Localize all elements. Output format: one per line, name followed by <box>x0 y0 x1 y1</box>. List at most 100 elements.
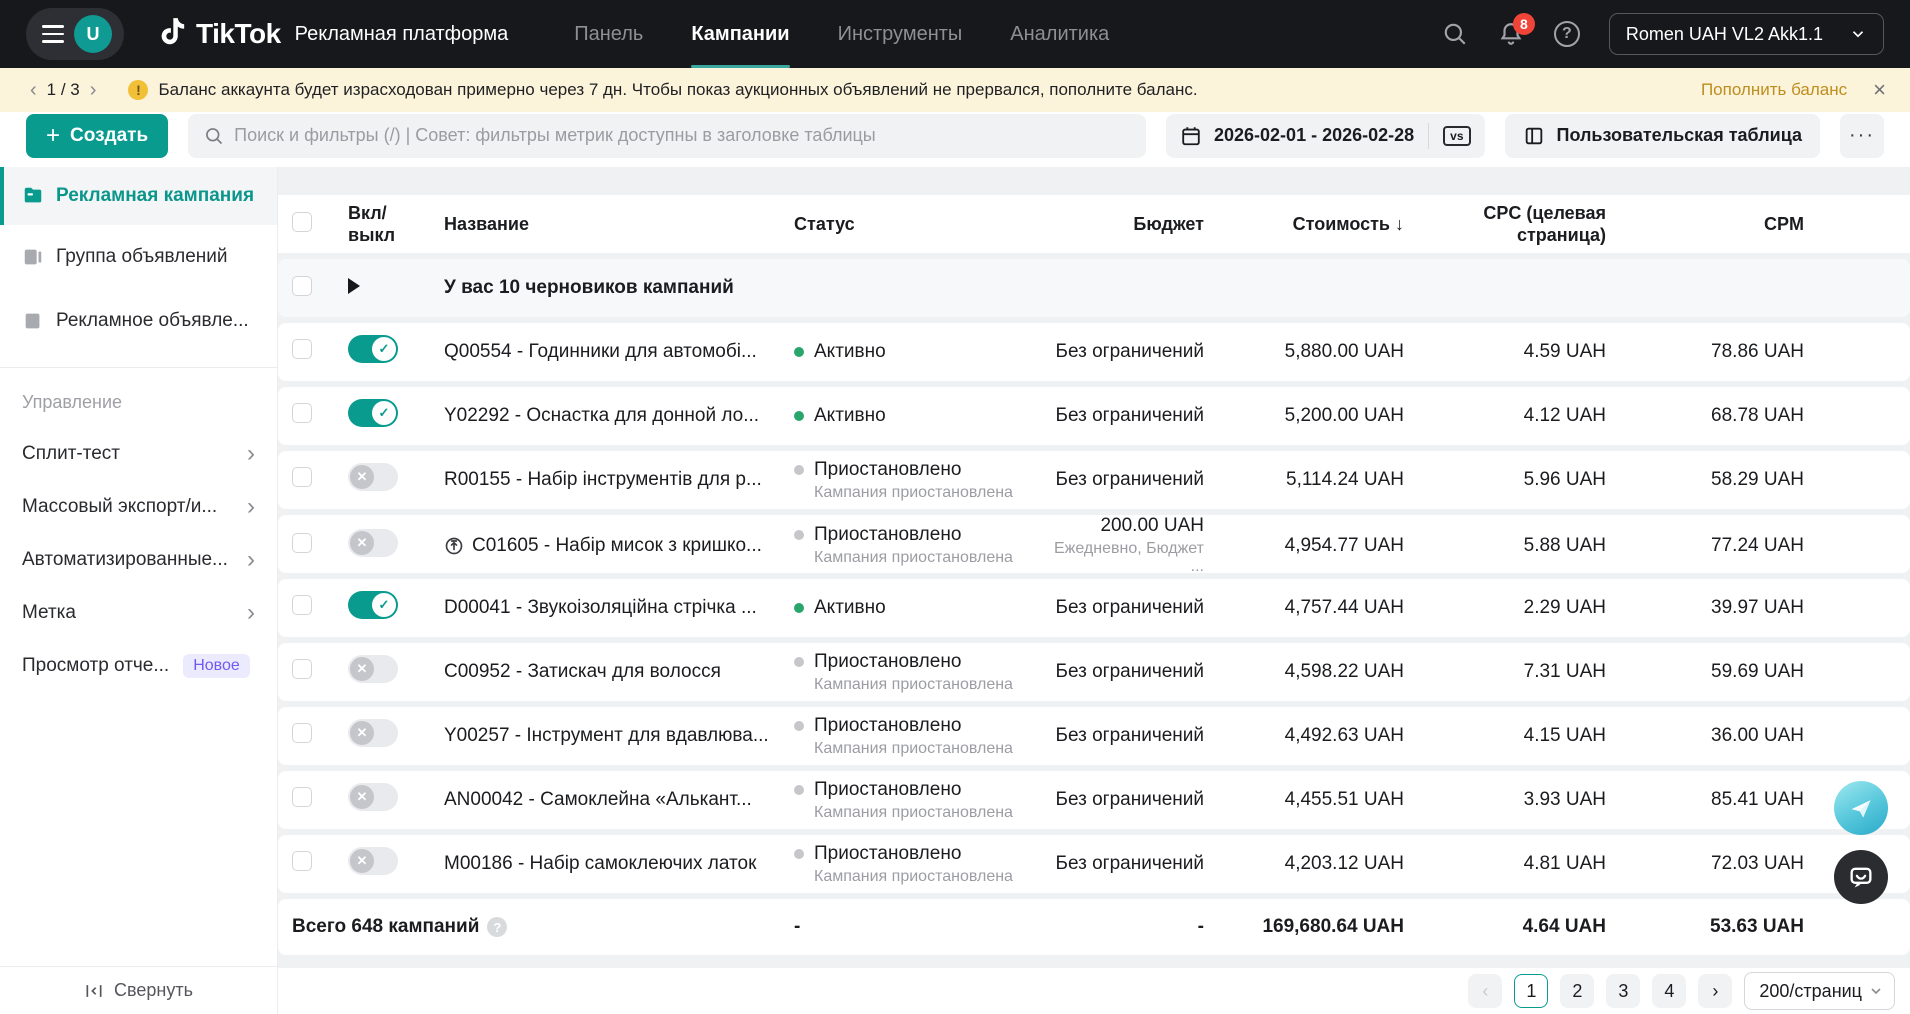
status-dot <box>794 656 804 667</box>
page-button-3[interactable]: 3 <box>1606 974 1641 1008</box>
table-row[interactable]: ✓✕ Q00554 - Годинники для автомобі... Ак… <box>278 323 1910 381</box>
cpc-value: 3.93 UAH <box>1523 789 1606 810</box>
row-checkbox[interactable] <box>292 595 312 615</box>
page-button-1[interactable]: 1 <box>1514 974 1549 1008</box>
sidebar-item-split-test[interactable]: Сплит-тест › <box>0 427 277 480</box>
table-row[interactable]: ✓✕ M00186 - Набір самоклеючих латок Прио… <box>278 835 1910 893</box>
sidebar-collapse-button[interactable]: Свернуть <box>0 966 277 1014</box>
campaign-toggle[interactable]: ✓✕ <box>348 655 398 683</box>
table-row[interactable]: ✓✕ D00041 - Звукоізоляційна стрічка ... … <box>278 579 1910 637</box>
avatar[interactable]: U <box>74 15 112 53</box>
select-all-checkbox[interactable] <box>292 211 312 232</box>
campaign-toggle[interactable]: ✓✕ <box>348 719 398 747</box>
row-checkbox[interactable] <box>292 403 312 423</box>
totals-cpc: 4.64 UAH <box>1522 916 1606 937</box>
search-input[interactable] <box>234 125 1130 146</box>
campaign-toggle[interactable]: ✓✕ <box>348 847 398 875</box>
row-checkbox[interactable] <box>292 723 312 743</box>
more-options-button[interactable]: ··· <box>1840 113 1884 158</box>
row-checkbox[interactable] <box>292 339 312 359</box>
search-icon[interactable] <box>1441 20 1469 48</box>
nav-campaigns[interactable]: Кампании <box>691 0 790 68</box>
campaign-toggle[interactable]: ✓✕ <box>348 463 398 491</box>
col-name[interactable]: Название <box>444 213 794 236</box>
table-row[interactable]: ✓✕ C01605 - Набір мисок з кришко... Прио… <box>278 515 1910 575</box>
nav-tools[interactable]: Инструменты <box>838 0 963 68</box>
search-filter-bar[interactable] <box>188 113 1146 158</box>
expand-arrow-icon[interactable] <box>348 277 360 294</box>
create-campaign-button[interactable]: + Создать <box>26 113 169 158</box>
notification-count-badge: 8 <box>1512 13 1535 35</box>
support-chat-fab-button[interactable] <box>1834 850 1888 904</box>
sidebar-item-label[interactable]: Метка › <box>0 586 277 639</box>
page-button-4[interactable]: 4 <box>1652 974 1687 1008</box>
campaign-name[interactable]: Y00257 - Інструмент для вдавлюва... <box>444 725 769 747</box>
promote-fab-button[interactable] <box>1834 781 1888 835</box>
balance-warning-banner: ‹ 1 / 3 › ! Баланс аккаунта будет израсх… <box>0 68 1910 112</box>
col-cpm[interactable]: CPM <box>1606 213 1804 236</box>
col-status[interactable]: Статус <box>794 213 1044 236</box>
cpc-value: 2.29 UAH <box>1523 597 1606 618</box>
drafts-row[interactable]: У вас 10 черновиков кампаний <box>278 259 1910 317</box>
row-checkbox[interactable] <box>292 467 312 487</box>
help-icon[interactable]: ? <box>1553 20 1581 48</box>
row-checkbox[interactable] <box>292 532 312 553</box>
banner-prev-icon[interactable]: ‹ <box>24 79 43 102</box>
sidebar-item-report-view[interactable]: Просмотр отче... Новое <box>0 639 277 692</box>
sidebar-item-ad[interactable]: Рекламное объявле... <box>0 289 277 353</box>
totals-help-icon[interactable]: ? <box>487 917 508 937</box>
page-next-button[interactable]: › <box>1698 974 1733 1008</box>
campaign-name[interactable]: M00186 - Набір самоклеючих латок <box>444 853 756 875</box>
cpc-value: 4.59 UAH <box>1523 341 1606 362</box>
banner-next-icon[interactable]: › <box>84 79 103 102</box>
page-button-2[interactable]: 2 <box>1560 974 1595 1008</box>
page-prev-button[interactable]: ‹ <box>1468 974 1503 1008</box>
compare-vs-icon[interactable]: vs <box>1443 125 1471 146</box>
campaign-name[interactable]: AN00042 - Самоклейна «Алькант... <box>444 789 752 811</box>
campaign-name[interactable]: C00952 - Затискач для волосся <box>444 661 721 683</box>
campaign-toggle[interactable]: ✓✕ <box>348 528 398 557</box>
campaign-toggle[interactable]: ✓✕ <box>348 591 398 619</box>
col-budget[interactable]: Бюджет <box>1044 213 1204 236</box>
campaign-name[interactable]: Q00554 - Годинники для автомобі... <box>444 341 757 363</box>
table-row[interactable]: ✓✕ C00952 - Затискач для волосся Приоста… <box>278 643 1910 701</box>
sidebar-item-adgroup[interactable]: Группа объявлений <box>0 225 277 289</box>
campaign-name[interactable]: Y02292 - Оснастка для донной ло... <box>444 405 759 427</box>
campaign-name[interactable]: D00041 - Звукоізоляційна стрічка ... <box>444 597 757 619</box>
col-cpc[interactable]: CPC (целевая страница) <box>1404 202 1606 247</box>
main-menu-button[interactable]: U <box>26 8 124 60</box>
table-row[interactable]: ✓✕ R00155 - Набір інструментів для р... … <box>278 451 1910 509</box>
nav-analytics[interactable]: Аналитика <box>1010 0 1109 68</box>
sidebar-item-campaign[interactable]: Рекламная кампания <box>0 167 277 225</box>
drafts-checkbox[interactable] <box>292 275 312 296</box>
campaign-toggle[interactable]: ✓✕ <box>348 335 398 363</box>
table-row[interactable]: ✓✕ AN00042 - Самоклейна «Алькант... Прио… <box>278 771 1910 829</box>
col-cost-sort[interactable]: Стоимость ↓ <box>1204 213 1404 236</box>
sidebar-item-automated-rules[interactable]: Автоматизированные... › <box>0 533 277 586</box>
notifications-bell-icon[interactable]: 8 <box>1497 13 1535 48</box>
top-up-balance-link[interactable]: Пополнить баланс <box>1701 80 1847 100</box>
totals-budget: - <box>1197 916 1204 937</box>
row-checkbox[interactable] <box>292 787 312 807</box>
campaign-name[interactable]: R00155 - Набір інструментів для р... <box>444 469 762 491</box>
brand-logo[interactable]: TikTok Рекламная платформа <box>158 17 508 51</box>
nav-dashboard[interactable]: Панель <box>574 0 643 68</box>
table-row[interactable]: ✓✕ Y00257 - Інструмент для вдавлюва... П… <box>278 707 1910 765</box>
row-checkbox[interactable] <box>292 659 312 679</box>
status-dot <box>794 784 804 795</box>
campaign-toggle[interactable]: ✓✕ <box>348 399 398 427</box>
cost-value: 4,954.77 UAH <box>1284 534 1404 556</box>
campaign-toggle[interactable]: ✓✕ <box>348 783 398 811</box>
sidebar-item-bulk-export[interactable]: Массовый экспорт/и... › <box>0 480 277 533</box>
banner-close-icon[interactable]: × <box>1873 77 1886 103</box>
date-range-picker[interactable]: 2026-02-01 - 2026-02-28 vs <box>1166 113 1485 158</box>
drafts-label: У вас 10 черновиков кампаний <box>444 277 734 298</box>
campaign-name[interactable]: C01605 - Набір мисок з кришко... <box>472 535 762 557</box>
page-size-select[interactable]: 200/страниц <box>1744 972 1895 1010</box>
account-selector[interactable]: Romen UAH VL2 Akk1.1 <box>1608 13 1884 55</box>
row-checkbox[interactable] <box>292 851 312 871</box>
col-toggle[interactable]: Вкл/выкл <box>348 202 400 247</box>
table-row[interactable]: ✓✕ Y02292 - Оснастка для донной ло... Ак… <box>278 387 1910 445</box>
custom-table-button[interactable]: Пользовательская таблица <box>1504 113 1820 158</box>
chevron-right-icon: › <box>247 439 255 467</box>
